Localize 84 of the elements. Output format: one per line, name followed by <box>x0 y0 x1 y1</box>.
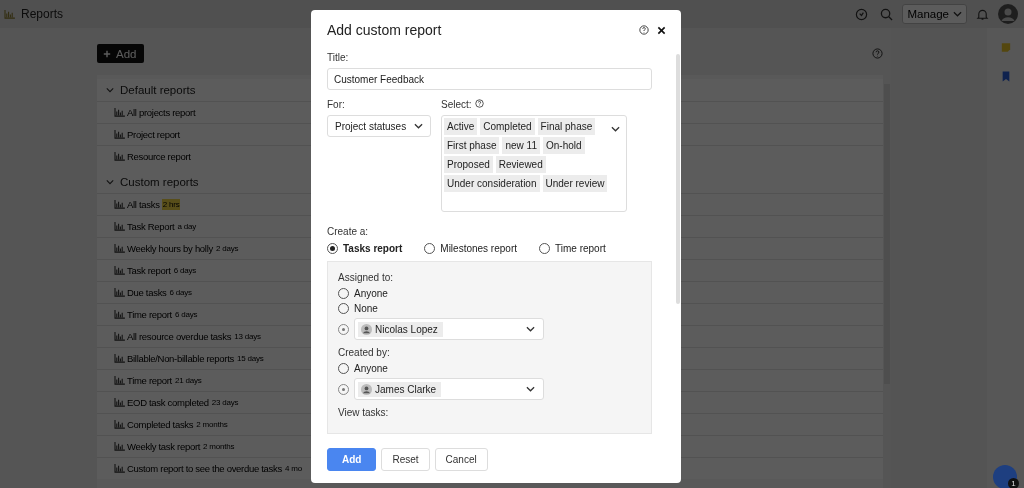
status-tag[interactable]: First phase <box>444 137 500 154</box>
chart-icon <box>4 9 15 19</box>
dialog-button[interactable]: Reset <box>381 448 430 471</box>
chart-icon <box>114 200 125 209</box>
radio-label[interactable]: Anyone <box>354 363 388 374</box>
report-age: 23 days <box>210 397 240 408</box>
radio-label[interactable]: None <box>354 303 378 314</box>
status-tag[interactable]: On-hold <box>543 137 585 154</box>
clock-icon[interactable] <box>855 7 869 21</box>
chart-icon <box>114 244 125 253</box>
bell-icon[interactable] <box>976 7 989 21</box>
chart-icon <box>114 130 125 139</box>
report-age: 15 days <box>235 353 265 364</box>
field-label: For: <box>327 99 346 110</box>
chart-icon <box>114 420 125 429</box>
status-tag[interactable]: Final phase <box>537 118 596 135</box>
status-multiselect[interactable]: Active Completed Final phase First phase new 11 On-hold Proposed Reviewed Under consideration Under review <box>441 115 627 212</box>
field-label: Assigned to: <box>338 272 395 283</box>
person-name: Nicolas Lopez <box>375 323 438 335</box>
person-name: James Clarke <box>375 383 437 395</box>
chart-icon <box>114 442 125 451</box>
help-icon[interactable] <box>639 25 649 35</box>
status-tag[interactable]: new 11 <box>502 137 540 154</box>
field-label: Title: <box>327 52 350 63</box>
chart-icon <box>114 108 125 117</box>
avatar[interactable] <box>998 4 1018 24</box>
dialog-title: Add custom report <box>327 22 443 38</box>
field-label: Create a: <box>327 226 370 237</box>
radio-label[interactable]: Time report <box>555 243 606 254</box>
chevron-icon[interactable] <box>106 179 114 185</box>
status-tag[interactable]: Completed <box>480 118 535 135</box>
field-label: Select: <box>441 99 472 110</box>
chart-icon <box>114 222 125 231</box>
page-title: Reports <box>21 7 64 21</box>
dialog-button[interactable]: Cancel <box>434 448 488 471</box>
report-age: 4 mo <box>283 463 303 474</box>
person-dropdown[interactable]: Nicolas Lopez <box>354 318 544 340</box>
radio-label[interactable]: Tasks report <box>343 243 403 254</box>
report-age: 2 months <box>202 441 236 452</box>
caret-icon <box>526 386 535 392</box>
caret-icon <box>526 326 535 332</box>
caret-icon <box>953 11 962 17</box>
title-input[interactable]: Customer Feedback <box>327 68 652 90</box>
status-tag[interactable]: Under consideration <box>444 175 540 192</box>
chart-icon <box>114 354 125 363</box>
plus-icon <box>103 49 111 58</box>
avatar <box>361 323 372 335</box>
report-age: 2 months <box>195 419 229 430</box>
help-icon[interactable] <box>474 99 484 108</box>
chart-icon <box>114 266 125 275</box>
status-tag[interactable]: Reviewed <box>495 156 546 173</box>
chart-icon <box>114 332 125 341</box>
report-age: 6 days <box>172 265 198 276</box>
chart-icon <box>114 464 125 473</box>
report-age: a day <box>176 221 197 232</box>
person-dropdown[interactable]: James Clarke <box>354 378 544 400</box>
chart-icon <box>114 152 125 161</box>
caret-icon <box>611 126 620 132</box>
report-age: 2 hrs <box>161 199 181 210</box>
chart-icon <box>114 310 125 319</box>
radio-label[interactable]: Anyone <box>354 288 388 299</box>
radio-label[interactable]: Milestones report <box>440 243 517 254</box>
status-tag[interactable]: Under review <box>542 175 608 192</box>
report-age: 13 days <box>233 331 262 342</box>
report-age: 21 days <box>173 375 203 386</box>
bookmark-icon[interactable] <box>1000 71 1011 82</box>
chart-icon <box>114 376 125 385</box>
for-dropdown[interactable]: Project statuses <box>327 115 431 137</box>
add-button[interactable]: Add <box>327 448 377 471</box>
report-age: 6 days <box>173 309 199 320</box>
report-age: 2 days <box>214 243 240 254</box>
status-tag[interactable]: Proposed <box>444 156 493 173</box>
report-age: 6 days <box>168 287 193 298</box>
notification-badge: 1 <box>1008 478 1019 488</box>
close-icon[interactable] <box>657 25 666 35</box>
field-label: Created by: <box>338 347 391 358</box>
chart-icon <box>114 398 125 407</box>
caret-icon <box>414 123 423 129</box>
chart-icon <box>114 288 125 297</box>
status-tag[interactable]: Active <box>444 118 478 135</box>
field-label: View tasks: <box>338 407 390 418</box>
chevron-icon[interactable] <box>106 87 114 93</box>
search-icon[interactable] <box>880 7 894 21</box>
avatar <box>361 383 372 395</box>
